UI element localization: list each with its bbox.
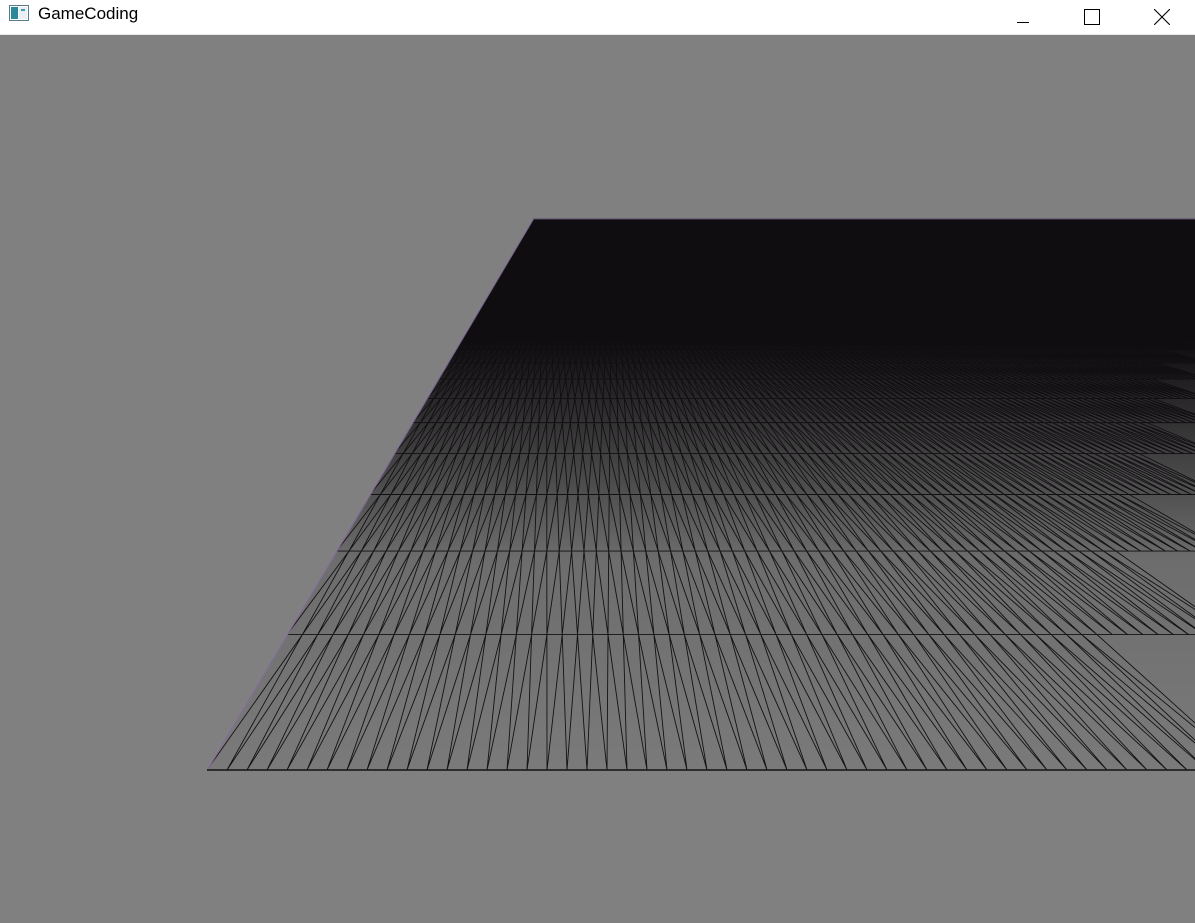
terrain-wireframe [206,218,1195,771]
terrain-distance-fade [207,219,1195,770]
window-title: GameCoding [38,4,139,23]
minimize-button[interactable] [1000,0,1046,34]
maximize-button[interactable] [1069,0,1115,34]
app-window: GameCoding [0,0,1195,923]
render-viewport[interactable] [0,35,1195,923]
title-bar[interactable]: GameCoding [0,0,1195,35]
maximize-icon [1084,9,1100,25]
close-button[interactable] [1139,0,1185,34]
close-icon [1154,9,1170,25]
app-window-icon [9,5,29,21]
minimize-icon [1017,22,1029,23]
